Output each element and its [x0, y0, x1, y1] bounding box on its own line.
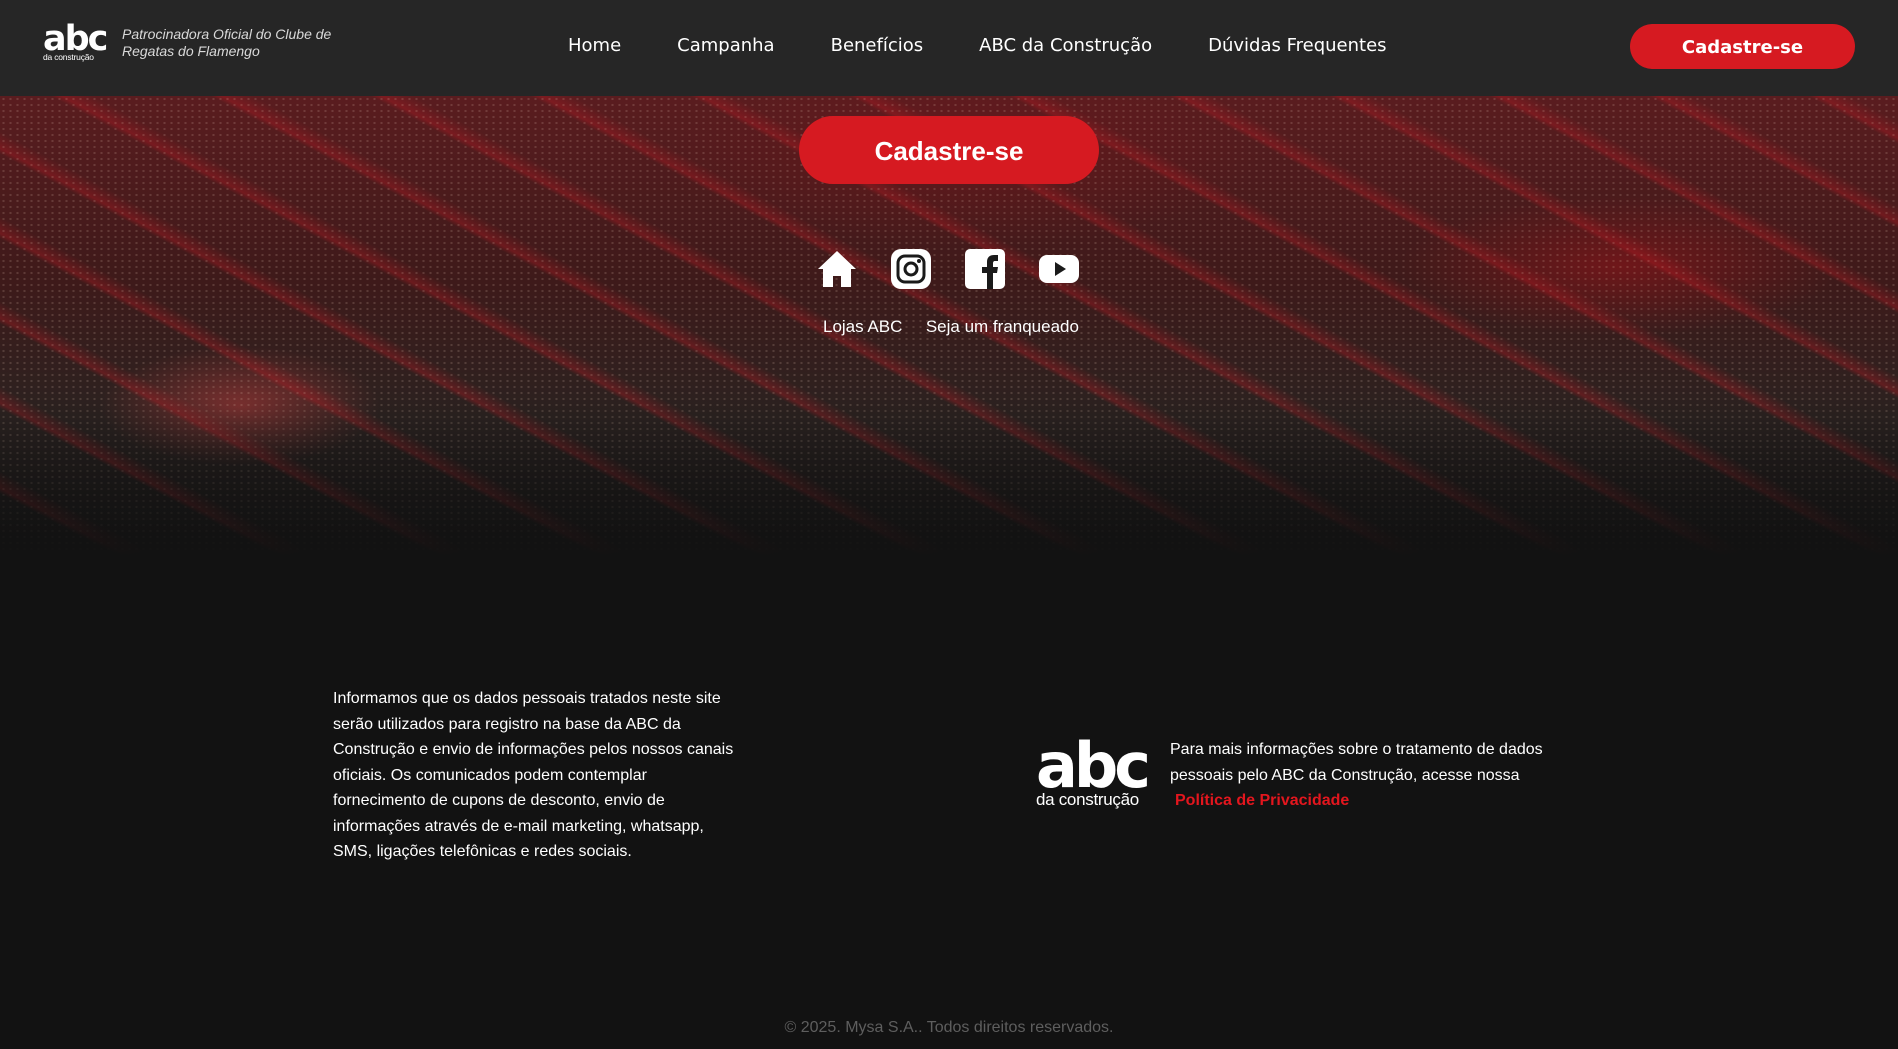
header-signup-button[interactable]: Cadastre-se	[1630, 24, 1855, 69]
privacy-text: Para mais informações sobre o tratamento…	[1170, 741, 1543, 784]
footer-logo-wordmark: abc	[1036, 729, 1151, 802]
copyright: © 2025. Mysa S.A.. Todos direitos reserv…	[784, 1019, 1114, 1036]
nav-home[interactable]: Home	[568, 34, 621, 58]
sponsor-tagline: Patrocinadora Oficial do Clube de Regata…	[122, 26, 332, 59]
abc-logo[interactable]: abc da construção	[43, 19, 108, 62]
nav-duvidas-frequentes[interactable]: Dúvidas Frequentes	[1208, 34, 1386, 58]
facebook-icon[interactable]	[964, 248, 1006, 290]
hero-fade-overlay	[0, 396, 1898, 556]
nav-beneficios[interactable]: Benefícios	[831, 34, 924, 58]
main-nav: Home Campanha Benefícios ABC da Construç…	[568, 34, 1387, 58]
hero-signup-button[interactable]: Cadastre-se	[799, 116, 1099, 184]
logo-wordmark: abc	[43, 19, 108, 59]
home-icon[interactable]	[816, 248, 858, 290]
site-header: abc da construção Patrocinadora Oficial …	[0, 0, 1898, 96]
footer-logo-subtitle: da construção	[1036, 790, 1139, 809]
logo-subtitle: da construção	[43, 52, 94, 62]
nav-abc-da-construcao[interactable]: ABC da Construção	[979, 34, 1152, 58]
hero-section: Cadastre-se Lojas ABC Seja um franqueado	[0, 96, 1898, 556]
youtube-icon[interactable]	[1038, 248, 1080, 290]
data-disclaimer: Informamos que os dados pessoais tratado…	[333, 690, 734, 860]
instagram-icon[interactable]	[890, 248, 932, 290]
franqueado-link[interactable]: Seja um franqueado	[926, 317, 1079, 336]
privacy-notice: Para mais informações sobre o tratamento…	[1170, 737, 1590, 814]
lojas-abc-link[interactable]: Lojas ABC	[823, 317, 902, 336]
nav-campanha[interactable]: Campanha	[677, 34, 774, 58]
footer-abc-logo: abc da construção	[1036, 729, 1151, 816]
page: abc da construção Patrocinadora Oficial …	[0, 0, 1898, 1049]
privacy-policy-link[interactable]: Política de Privacidade	[1175, 792, 1349, 809]
hero-links: Lojas ABC Seja um franqueado	[823, 317, 1079, 337]
